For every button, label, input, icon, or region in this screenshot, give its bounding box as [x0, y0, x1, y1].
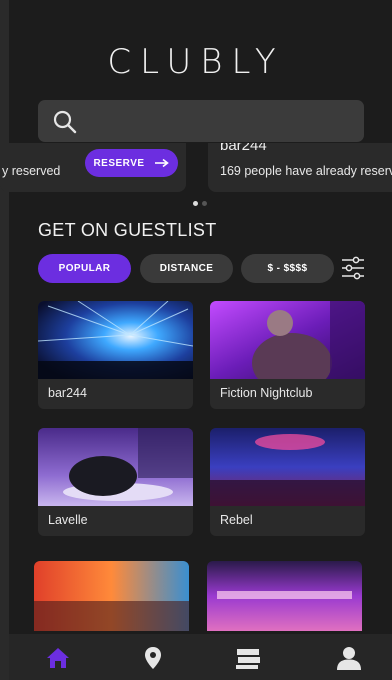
venue-photo	[38, 428, 193, 506]
bottom-nav	[9, 634, 392, 680]
venue-card[interactable]	[207, 561, 362, 631]
user-icon[interactable]	[336, 645, 362, 671]
search-input[interactable]	[90, 106, 354, 138]
promo-card-text: y reserved	[2, 164, 61, 178]
venue-name: Rebel	[220, 513, 253, 527]
promo-card-title: bar244	[220, 143, 267, 154]
reserve-button[interactable]: RESERVE	[85, 149, 178, 177]
promo-card-text: 169 people have already reserved	[220, 164, 392, 178]
filter-chip-popular[interactable]: POPULAR	[38, 254, 131, 283]
sliders-icon[interactable]	[342, 256, 364, 280]
arrow-right-icon	[154, 158, 169, 168]
carousel-dot[interactable]	[193, 201, 198, 206]
venue-card[interactable]: Lavelle	[38, 428, 193, 536]
venue-photo	[210, 428, 365, 506]
search-bar[interactable]	[38, 100, 364, 142]
filter-chip-distance[interactable]: DISTANCE	[140, 254, 233, 283]
search-icon	[53, 110, 77, 134]
venue-card[interactable]: Fiction Nightclub	[210, 301, 365, 409]
promo-card[interactable]: y reserved RESERVE	[0, 143, 186, 192]
venue-name: Lavelle	[48, 513, 88, 527]
reserve-button-label: RESERVE	[93, 157, 145, 169]
left-edge-strip	[0, 0, 9, 680]
venue-name: bar244	[48, 386, 87, 400]
carousel-dots	[193, 201, 207, 206]
featured-carousel[interactable]: y reserved RESERVE bar244 169 people hav…	[0, 143, 392, 203]
venue-card[interactable]	[34, 561, 189, 631]
venue-card[interactable]: Rebel	[210, 428, 365, 536]
app-logo: CLUBLY	[107, 42, 285, 82]
section-title: GET ON GUESTLIST	[38, 220, 217, 240]
filter-chip-price[interactable]: $ - $$$$	[241, 254, 334, 283]
venue-card[interactable]: bar244	[38, 301, 193, 409]
home-icon[interactable]	[45, 645, 71, 671]
venue-photo	[34, 561, 189, 631]
map-pin-icon[interactable]	[140, 645, 166, 671]
promo-card[interactable]: bar244 169 people have already reserved	[208, 143, 392, 192]
venue-photo	[210, 301, 365, 379]
tickets-icon[interactable]	[235, 645, 261, 671]
venue-photo	[207, 561, 362, 631]
venue-photo	[38, 301, 193, 379]
carousel-dot[interactable]	[202, 201, 207, 206]
venue-name: Fiction Nightclub	[220, 386, 313, 400]
